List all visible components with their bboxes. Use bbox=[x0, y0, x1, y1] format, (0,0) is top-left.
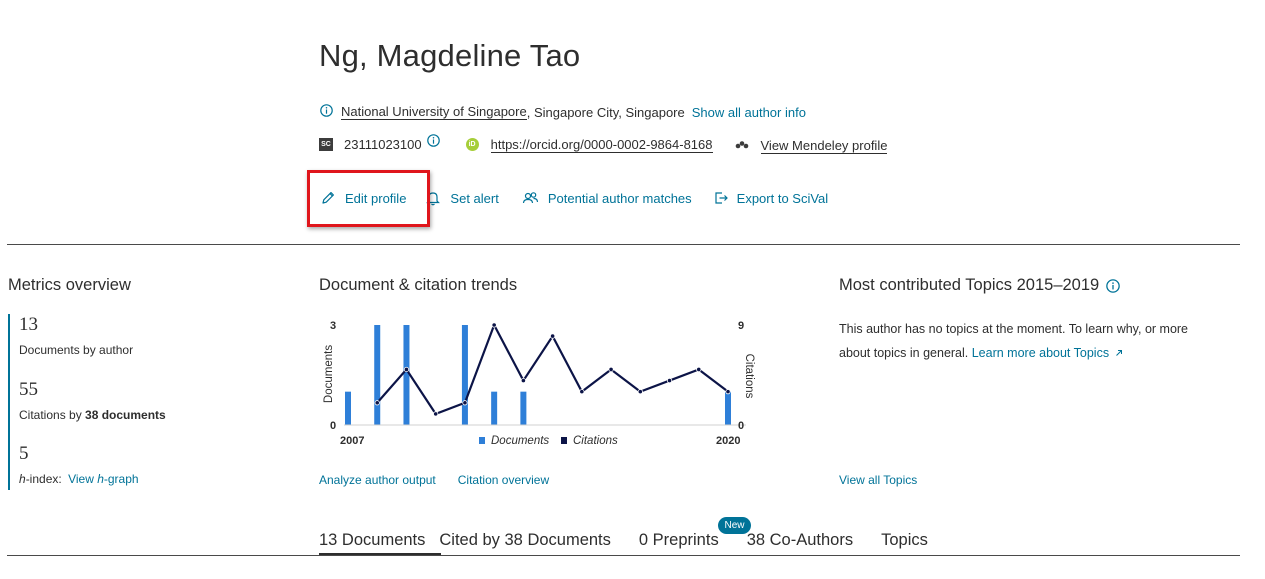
affiliation-row: National University of Singapore , Singa… bbox=[320, 104, 806, 120]
documents-count: 13 bbox=[19, 314, 38, 335]
scopus-icon: SC bbox=[319, 138, 333, 151]
orcid-icon: iD bbox=[465, 138, 479, 151]
citation-point-2017[interactable] bbox=[637, 389, 643, 395]
citation-point-2008[interactable] bbox=[374, 400, 380, 406]
y-tick-bottom: 0 bbox=[330, 420, 336, 432]
document-citation-trends-title: Document & citation trends bbox=[319, 276, 518, 294]
citation-point-2019[interactable] bbox=[696, 366, 702, 373]
citation-point-2016[interactable] bbox=[608, 366, 614, 373]
document-citation-chart: 3 0 9 0 Documents Citations 2007 2020 Do… bbox=[323, 320, 755, 447]
citation-point-2015[interactable] bbox=[579, 389, 585, 395]
author-id-info-icon[interactable] bbox=[426, 133, 440, 150]
topics-section-title: Most contributed Topics 2015–2019 bbox=[839, 276, 1121, 295]
show-all-author-info-link[interactable]: Show all author info bbox=[692, 105, 806, 120]
y-axis-label: Documents bbox=[323, 345, 335, 403]
metrics-accent-bar bbox=[8, 314, 10, 490]
view-h-graph-suffix: -graph bbox=[103, 472, 139, 486]
analyze-author-output-link[interactable]: Analyze author output bbox=[319, 473, 436, 487]
h-index-h: h bbox=[19, 472, 26, 486]
tab-preprints[interactable]: 0 Preprints bbox=[639, 531, 719, 556]
document-bar-2012[interactable] bbox=[491, 391, 498, 425]
orcid-link[interactable]: https://orcid.org/0000-0002-9864-8168 bbox=[490, 137, 713, 153]
citation-point-2013[interactable] bbox=[520, 377, 526, 384]
identifier-row: SC 23111023100 iD https://orcid.org/0000… bbox=[319, 133, 888, 154]
document-bar-2020[interactable] bbox=[725, 391, 731, 425]
mendeley-profile-link[interactable]: View Mendeley profile bbox=[760, 138, 888, 154]
citation-point-2018[interactable] bbox=[666, 377, 673, 384]
citation-point-2010[interactable] bbox=[433, 411, 439, 417]
topics-message-line2: about topics in general. bbox=[839, 346, 972, 360]
header-divider bbox=[7, 244, 1240, 245]
citations-label: Citations by 38 documents bbox=[19, 408, 166, 422]
new-badge: New bbox=[718, 517, 751, 534]
document-bar-2007[interactable] bbox=[345, 391, 351, 425]
document-bar-2011[interactable] bbox=[461, 325, 468, 425]
legend-documents-label: Documents bbox=[491, 435, 549, 447]
h-index-label: h-index: View h-graph bbox=[19, 472, 139, 486]
citation-point-2012[interactable] bbox=[491, 322, 497, 328]
h-index-value: 5 bbox=[19, 443, 29, 464]
topics-info-icon[interactable] bbox=[1106, 278, 1121, 293]
potential-author-matches-label: Potential author matches bbox=[547, 190, 692, 206]
view-h-graph-h: h bbox=[97, 472, 104, 486]
view-all-topics-link[interactable]: View all Topics bbox=[839, 473, 917, 487]
potential-author-matches-button[interactable]: Potential author matches bbox=[522, 190, 692, 206]
documents-label: Documents by author bbox=[19, 343, 134, 357]
y2-tick-top: 9 bbox=[738, 320, 744, 332]
y2-tick-bottom: 0 bbox=[738, 420, 744, 432]
trend-links: Analyze author output Citation overview bbox=[319, 473, 549, 487]
tab-topics[interactable]: Topics bbox=[881, 531, 928, 556]
author-name: Ng, Magdeline Tao bbox=[319, 38, 581, 73]
citations-count: 55 bbox=[19, 379, 38, 400]
x-tick-first: 2007 bbox=[340, 435, 364, 447]
info-icon[interactable] bbox=[320, 104, 333, 120]
legend-documents-swatch bbox=[479, 437, 485, 444]
citation-point-2014[interactable] bbox=[550, 333, 556, 339]
topics-message-line2-wrap: about topics in general. Learn more abou… bbox=[839, 341, 1229, 365]
citation-point-2011[interactable] bbox=[462, 400, 468, 406]
export-icon bbox=[715, 192, 728, 204]
external-link-icon bbox=[1115, 350, 1122, 356]
topics-message-line1: This author has no topics at the moment.… bbox=[839, 322, 1189, 336]
citation-point-2009[interactable] bbox=[403, 366, 410, 373]
citation-overview-link[interactable]: Citation overview bbox=[458, 473, 549, 487]
edit-profile-highlight bbox=[307, 170, 430, 227]
export-to-scival-label: Export to SciVal bbox=[736, 190, 829, 206]
citations-documents-count: 38 documents bbox=[85, 408, 166, 422]
x-tick-last: 2020 bbox=[716, 435, 740, 447]
tabs-divider bbox=[7, 555, 1240, 556]
y-tick-top: 3 bbox=[330, 320, 336, 332]
tab-cited-by[interactable]: Cited by 38 Documents bbox=[439, 531, 611, 556]
document-bar-2008[interactable] bbox=[374, 325, 381, 425]
citations-label-prefix: Citations by bbox=[19, 408, 86, 422]
h-index-suffix: -index: bbox=[25, 472, 62, 486]
affiliation-location: , Singapore City, Singapore bbox=[526, 104, 685, 120]
metrics-overview-title: Metrics overview bbox=[8, 276, 131, 294]
citation-point-2020[interactable] bbox=[725, 389, 731, 395]
learn-more-topics-link[interactable]: Learn more about Topics bbox=[972, 346, 1123, 360]
people-icon bbox=[522, 192, 538, 204]
export-to-scival-button[interactable]: Export to SciVal bbox=[714, 190, 829, 206]
learn-more-topics-label: Learn more about Topics bbox=[971, 346, 1110, 360]
topics-title: Most contributed Topics 2015–2019 bbox=[839, 276, 1100, 294]
set-alert-label: Set alert bbox=[450, 190, 499, 206]
topics-empty-message: This author has no topics at the moment.… bbox=[839, 317, 1229, 365]
tab-co-authors[interactable]: 38 Co-Authors bbox=[747, 531, 853, 556]
legend-citations-swatch bbox=[561, 437, 567, 444]
view-h-graph-prefix: View bbox=[68, 472, 98, 486]
document-bar-2009[interactable] bbox=[403, 325, 410, 425]
affiliation-link[interactable]: National University of Singapore bbox=[341, 104, 527, 120]
scopus-author-id: 23111023100 bbox=[344, 137, 422, 152]
legend-citations-label: Citations bbox=[573, 435, 618, 447]
view-h-graph-link[interactable]: View h-graph bbox=[68, 472, 139, 486]
document-bar-2013[interactable] bbox=[520, 391, 527, 425]
set-alert-button[interactable]: Set alert bbox=[425, 190, 499, 206]
y2-axis-label: Citations bbox=[743, 354, 755, 399]
mendeley-icon bbox=[735, 140, 749, 150]
